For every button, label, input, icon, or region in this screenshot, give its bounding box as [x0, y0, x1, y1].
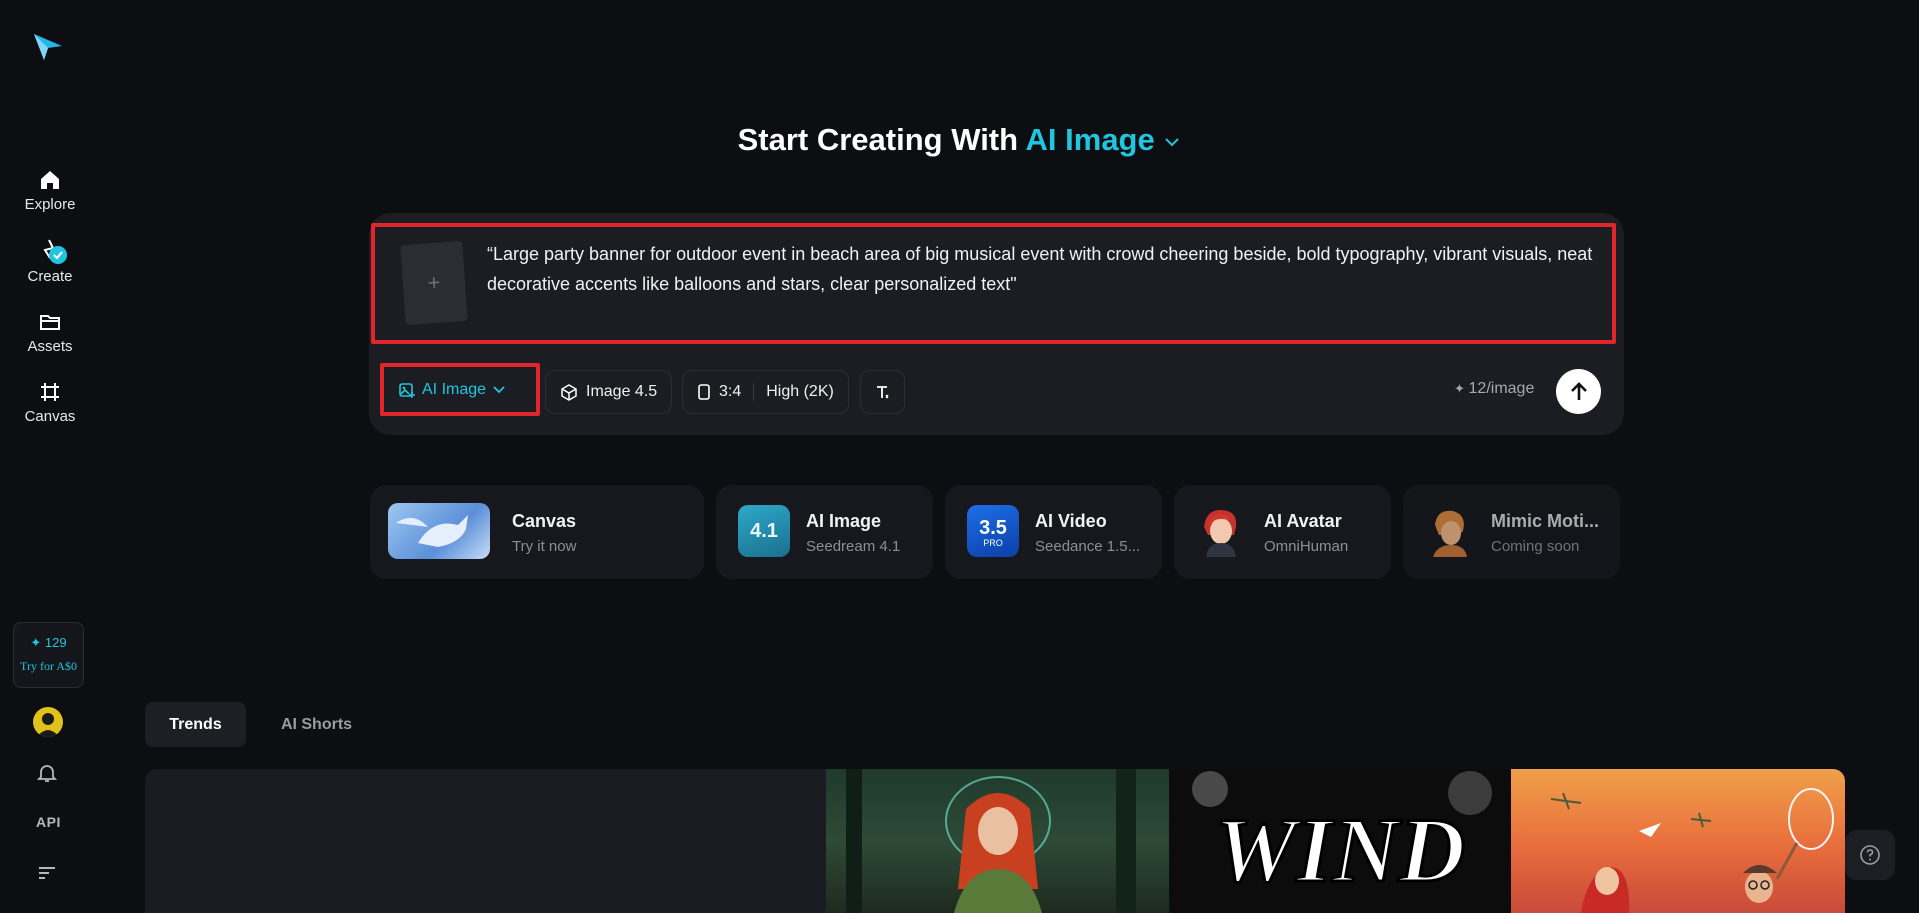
prompt-input-area[interactable]: + “Large party banner for outdoor event … — [371, 223, 1616, 344]
card-title: Canvas — [512, 511, 577, 531]
gallery-item-placeholder[interactable] — [145, 769, 826, 913]
mode-dropdown-button[interactable]: AI Image — [380, 363, 540, 416]
sidebar-item-label: Canvas — [24, 408, 76, 425]
prompt-input[interactable]: “Large party banner for outdoor event in… — [487, 239, 1597, 299]
upload-reference-button[interactable]: + — [400, 240, 468, 326]
seedance-badge-icon: 3.5 PRO — [967, 505, 1019, 557]
sidebar-item-assets[interactable]: Assets — [0, 310, 100, 355]
card-subtitle: Seedream 4.1 — [806, 538, 901, 555]
feature-card-ai-video[interactable]: 3.5 PRO AI Video Seedance 1.5... — [945, 485, 1162, 579]
credit-count: ✦ 129 — [30, 635, 67, 650]
gallery-item-forest-woman[interactable] — [826, 769, 1169, 913]
chevron-down-icon — [493, 385, 505, 393]
sidebar-item-label: Create — [27, 268, 73, 285]
chevron-down-icon — [1165, 138, 1180, 147]
card-subtitle: Try it now — [512, 538, 577, 555]
feature-card-ai-avatar[interactable]: AI Avatar OmniHuman — [1174, 485, 1391, 579]
mimic-motion-thumbnail — [1423, 505, 1475, 557]
credits-box[interactable]: ✦ 129 Try for A$0 — [13, 622, 84, 688]
divider — [753, 383, 755, 401]
generate-button[interactable] — [1556, 369, 1601, 414]
try-free-link[interactable]: Try for A$0 — [14, 659, 83, 674]
create-icon — [43, 239, 67, 264]
api-link[interactable]: API — [36, 814, 61, 830]
avatar[interactable] — [33, 707, 63, 737]
help-icon — [1860, 845, 1880, 865]
text-icon — [876, 386, 888, 399]
cost-indicator: ✦ 12/image — [1454, 380, 1534, 398]
badge-sub: PRO — [983, 538, 1003, 548]
wind-text: WIND — [1215, 799, 1465, 901]
sidebar-item-canvas[interactable]: Canvas — [0, 380, 100, 425]
canvas-thumbnail — [388, 503, 490, 559]
mode-label: AI Image — [422, 380, 487, 398]
feature-card-mimic-motion[interactable]: Mimic Moti... Coming soon — [1403, 485, 1620, 579]
card-subtitle: OmniHuman — [1264, 538, 1349, 555]
quality-label: High (2K) — [766, 383, 834, 400]
card-title: AI Video — [1035, 511, 1107, 531]
seedream-badge-icon: 4.1 — [738, 505, 790, 557]
tab-trends[interactable]: Trends — [145, 702, 246, 747]
title-mode-dropdown[interactable]: AI Image — [1026, 122, 1182, 157]
arrow-up-icon — [1570, 381, 1587, 400]
image-add-icon — [399, 382, 415, 398]
card-title: Mimic Moti... — [1491, 511, 1599, 531]
avatar-thumbnail — [1194, 505, 1246, 557]
card-subtitle: Coming soon — [1491, 538, 1580, 555]
cube-icon — [561, 384, 577, 401]
folder-icon — [40, 315, 60, 330]
badge-number: 3.5 — [979, 517, 1007, 539]
card-subtitle: Seedance 1.5... — [1035, 538, 1141, 555]
sidebar-item-explore[interactable]: Explore — [0, 168, 100, 213]
card-title: AI Image — [806, 511, 882, 531]
gallery-item-kids-dragonflies[interactable] — [1511, 769, 1845, 913]
bell-icon[interactable] — [36, 762, 58, 789]
tab-ai-shorts[interactable]: AI Shorts — [264, 702, 369, 747]
feature-card-canvas[interactable]: Canvas Try it now — [370, 485, 704, 579]
ratio-label: 3:4 — [719, 383, 742, 400]
help-button[interactable] — [1845, 830, 1895, 880]
app-logo-icon[interactable] — [30, 28, 66, 64]
text-style-button[interactable] — [860, 370, 905, 414]
aspect-ratio-icon — [698, 384, 710, 400]
title-prefix: Start Creating With — [737, 122, 1019, 157]
sparkle-icon: ✦ — [1454, 381, 1469, 396]
sidebar-item-label: Assets — [27, 338, 73, 355]
model-select-button[interactable]: Image 4.5 — [545, 370, 673, 414]
model-label: Image 4.5 — [586, 383, 658, 400]
menu-icon[interactable] — [36, 864, 58, 887]
gallery-item-wind-typography[interactable]: WIND — [1170, 769, 1511, 913]
cost-label: 12/image — [1468, 380, 1535, 397]
card-title: AI Avatar — [1264, 511, 1342, 531]
page-title: Start Creating With AI Image — [0, 122, 1919, 158]
feature-card-ai-image[interactable]: 4.1 AI Image Seedream 4.1 — [716, 485, 933, 579]
title-mode-label: AI Image — [1025, 122, 1155, 157]
canvas-icon — [41, 383, 59, 401]
sidebar-item-create[interactable]: Create — [0, 238, 100, 285]
ratio-quality-button[interactable]: 3:4 High (2K) — [682, 370, 849, 414]
sidebar-item-label: Explore — [24, 196, 76, 213]
home-icon — [41, 171, 59, 189]
